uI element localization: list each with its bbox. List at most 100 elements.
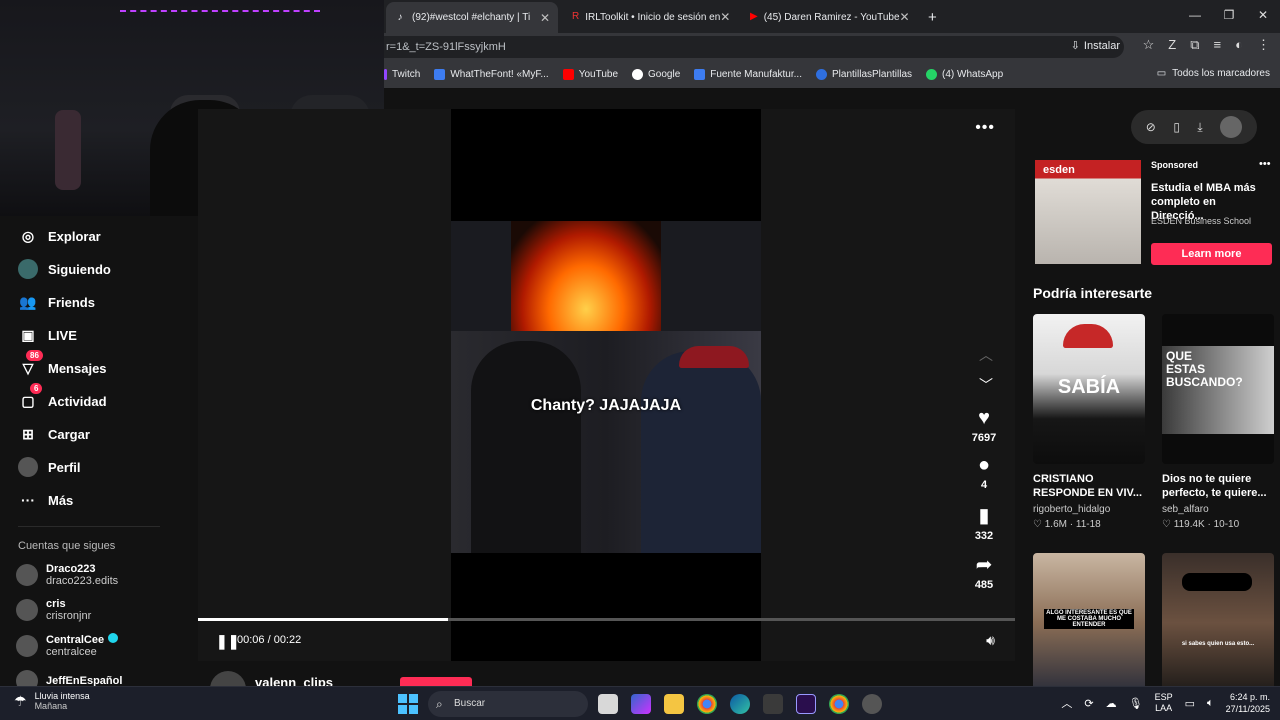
coin-icon[interactable]: ⊘ — [1146, 120, 1156, 134]
language-indicator[interactable]: ESP LAA — [1155, 692, 1173, 714]
sidebar-item-friends[interactable]: 👥 Friends — [18, 290, 95, 314]
more-options-icon[interactable]: ••• — [975, 119, 995, 137]
ad-image[interactable]: esden — [1035, 160, 1141, 264]
followed-account[interactable]: CentralCee centralcee — [16, 633, 119, 658]
video-player[interactable]: Chanty? JAJAJAJA ••• ︿ ﹀ ♥ 7697 ● 4 ▮ 33… — [198, 109, 1015, 661]
extensions-icon[interactable]: ⧉ — [1190, 37, 1199, 53]
task-view-icon[interactable] — [598, 694, 618, 714]
share-button[interactable]: ➦ 485 — [971, 552, 997, 591]
weather-widget[interactable]: ☂ Lluvia intensa Mañana — [14, 691, 90, 711]
chevron-up-icon[interactable]: ︿ — [1061, 695, 1072, 711]
bookmark-youtube[interactable]: YouTube — [562, 69, 618, 80]
sidebar-item-perfil[interactable]: Perfil — [18, 455, 81, 479]
menu-icon[interactable]: ⋮ — [1257, 37, 1270, 53]
previous-video-icon[interactable]: ︿ — [979, 345, 993, 365]
volume-icon[interactable]: 🔊︎ — [986, 632, 995, 649]
sidebar-item-label: Siguiendo — [48, 261, 111, 277]
sidebar-item-live[interactable]: ▣ LIVE — [18, 323, 77, 347]
ad-more-icon[interactable]: ••• — [1259, 158, 1271, 170]
sidebar-item-actividad[interactable]: ▢ 6 Actividad — [18, 383, 107, 413]
recommended-video[interactable]: SABÍA CRISTIANO RESPONDE EN VIV... rigob… — [1033, 314, 1145, 530]
thumbnail-text: SABÍA — [1057, 376, 1121, 398]
bookmark-google[interactable]: Google — [632, 69, 680, 80]
bookmark-whatsapp[interactable]: (4) WhatsApp — [926, 69, 1003, 80]
davinci-icon[interactable] — [763, 694, 783, 714]
pinned-apps — [598, 694, 882, 714]
close-tab-icon[interactable]: ✕ — [540, 11, 550, 25]
sidebar-item-mensajes[interactable]: ▽ 86 Mensajes — [18, 350, 107, 380]
bookmarks-bar: Twitch WhatTheFont! «MyF... YouTube Goog… — [384, 61, 1280, 89]
tab-irltoolkit[interactable]: R IRLToolkit • Inicio de sesión en ✕ — [564, 4, 736, 30]
clock[interactable]: 6:24 p. m. 27/11/2025 — [1226, 691, 1270, 715]
sidebar-item-mas[interactable]: ··· Más — [18, 488, 73, 512]
live-icon: ▣ — [21, 326, 35, 343]
premiere-icon[interactable] — [796, 694, 816, 714]
sponsored-label: Sponsored — [1151, 160, 1199, 170]
taskbar-search[interactable]: ⌕ Buscar — [428, 691, 588, 717]
file-explorer-icon[interactable] — [664, 694, 684, 714]
cloud-icon[interactable]: ☁ — [1106, 697, 1117, 710]
recommended-video[interactable]: si sabes quien usa esto... — [1162, 553, 1274, 686]
all-bookmarks[interactable]: ▭ Todos los marcadores — [1157, 68, 1270, 79]
account-name: cris — [46, 598, 66, 610]
following-title: Cuentas que sigues — [18, 540, 116, 552]
bookmark-twitch[interactable]: Twitch — [384, 69, 420, 80]
bookmark-plantillas[interactable]: PlantillasPlantillas — [815, 69, 912, 80]
sidebar-item-explorar[interactable]: ◎ Explorar — [18, 224, 101, 248]
video-frame: Chanty? JAJAJAJA — [451, 221, 761, 553]
recommended-video[interactable]: ALGO INTERESANTE ES QUE ME COSTABA MUCHO… — [1033, 553, 1145, 686]
restore-icon[interactable]: ❐ — [1212, 0, 1246, 30]
phone-icon[interactable]: ▯ — [1173, 120, 1180, 134]
minimize-icon[interactable]: — — [1178, 0, 1212, 30]
bookmark-whatthefont[interactable]: WhatTheFont! «MyF... — [434, 69, 549, 80]
close-tab-icon[interactable]: ✕ — [900, 10, 910, 24]
chrome-active-icon[interactable] — [829, 694, 849, 714]
close-window-icon[interactable]: ✕ — [1246, 0, 1280, 30]
sidebar-item-label: Explorar — [48, 228, 101, 244]
lang-secondary: LAA — [1155, 703, 1173, 713]
comment-button[interactable]: ● 4 — [971, 454, 997, 491]
save-button[interactable]: ▮ 332 — [971, 503, 997, 542]
next-video-icon[interactable]: ﹀ — [979, 375, 993, 395]
bookmark-fuente[interactable]: Fuente Manufaktur... — [694, 69, 802, 80]
network-icon[interactable]: ▭ — [1185, 697, 1195, 710]
sidebar-item-cargar[interactable]: ⊞ Cargar — [18, 422, 90, 446]
recommended-video[interactable]: QUE ESTAS BUSCANDO? Dios no te quiere pe… — [1162, 314, 1274, 530]
tab-title: IRLToolkit • Inicio de sesión en — [585, 11, 721, 23]
speaker-icon[interactable]: 🔈︎ — [1207, 697, 1214, 710]
new-tab-button[interactable]: + — [920, 4, 946, 30]
profile-icon — [18, 457, 38, 477]
bookmark-label: (4) WhatsApp — [942, 69, 1004, 80]
progress-bar[interactable] — [198, 618, 1015, 621]
sidebar-item-siguiendo[interactable]: Siguiendo — [18, 257, 111, 281]
install-icon: ⇩ — [1070, 40, 1080, 52]
copilot-icon[interactable] — [631, 694, 651, 714]
tab-tiktok[interactable]: ♪ (92)#westcol #elchanty | Ti ✕ — [386, 2, 558, 33]
like-button[interactable]: ♥ 7697 — [971, 407, 997, 444]
download-icon[interactable]: ⤓ — [1197, 120, 1202, 135]
star-icon[interactable]: ☆ — [1143, 37, 1155, 53]
install-button[interactable]: ⇩ Instalar — [1070, 39, 1120, 53]
toolbar-icons: ☆ Z ⧉ ≡ ◐ ⋮ — [1143, 37, 1270, 53]
twitch-icon — [384, 69, 387, 80]
followed-account[interactable]: cris crisronjnr — [16, 598, 91, 622]
account-name: Draco223 — [46, 563, 96, 575]
address-bar[interactable]: r=1&_t=ZS-91lFssyjkmH — [384, 36, 1124, 58]
media-icon[interactable]: ≡ — [1214, 37, 1222, 53]
edge-icon[interactable] — [730, 694, 750, 714]
bookmark-icon — [694, 69, 706, 80]
learn-more-button[interactable]: Learn more — [1151, 243, 1272, 265]
user-avatar[interactable] — [1220, 116, 1243, 138]
tab-youtube[interactable]: ▶ (45) Daren Ramirez - YouTube ✕ — [742, 4, 914, 30]
profile-icon[interactable]: ◐ — [1235, 37, 1243, 53]
video-area[interactable]: Chanty? JAJAJAJA — [451, 109, 761, 661]
obs-icon[interactable] — [862, 694, 882, 714]
mic-icon[interactable]: 🎙︎ — [1129, 697, 1143, 710]
start-button[interactable] — [398, 694, 418, 714]
sync-icon[interactable]: ⟳ — [1084, 697, 1093, 710]
chrome-icon[interactable] — [697, 694, 717, 714]
pause-icon[interactable]: ❚❚ — [216, 633, 239, 650]
followed-account[interactable]: Draco223 draco223.edits — [16, 563, 118, 587]
close-tab-icon[interactable]: ✕ — [720, 10, 730, 24]
extension-z-icon[interactable]: Z — [1168, 37, 1176, 53]
